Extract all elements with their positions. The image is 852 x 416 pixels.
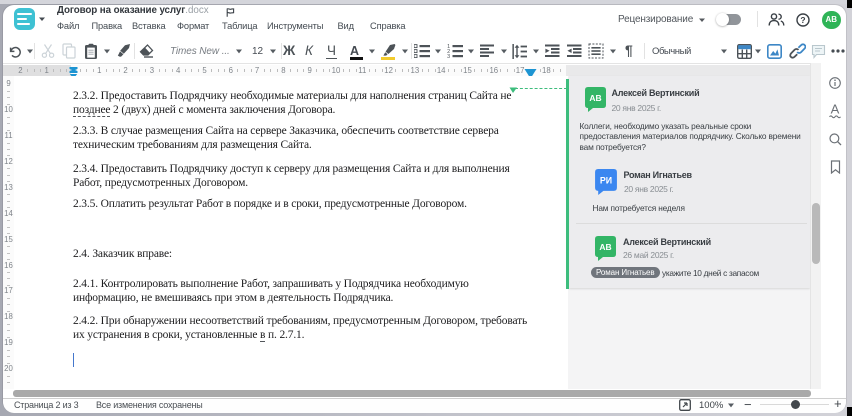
svg-text:3: 3 [447,54,450,58]
svg-text:АВ: АВ [589,93,601,103]
svg-text:АВ: АВ [599,242,611,252]
svg-text:РИ: РИ [599,175,611,185]
svg-text:?: ? [800,15,805,25]
svg-text:А: А [831,102,840,117]
